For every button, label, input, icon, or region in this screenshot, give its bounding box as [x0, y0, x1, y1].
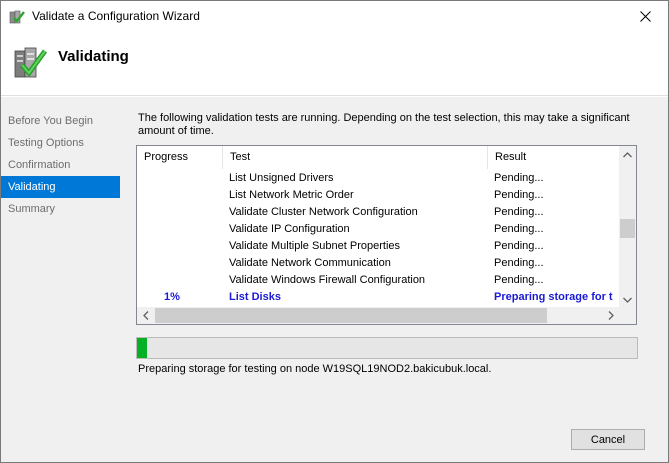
nav-step-confirmation[interactable]: Confirmation	[1, 154, 123, 176]
row-result-cell: Pending...	[494, 274, 544, 286]
chevron-left-icon	[142, 311, 148, 320]
column-header-test[interactable]: Test	[223, 146, 488, 169]
close-button[interactable]	[622, 1, 668, 32]
close-icon	[639, 11, 651, 22]
cluster-validate-icon	[9, 9, 25, 25]
table-row[interactable]: Validate Multiple Subnet Properties Pendi…	[137, 238, 620, 255]
page-title: Validating	[58, 48, 129, 65]
scroll-up-arrow[interactable]	[619, 146, 636, 163]
table-row[interactable]: List Network Metric Order Pending...	[137, 187, 620, 204]
vertical-scrollbar[interactable]	[619, 146, 636, 308]
validation-progress-bar	[136, 337, 638, 359]
horizontal-scrollbar[interactable]	[137, 307, 636, 324]
list-rows: List Unsigned Drivers Pending... List Netw…	[137, 170, 620, 309]
nav-step-testing-options[interactable]: Testing Options	[1, 132, 123, 154]
row-result-cell: Pending...	[494, 172, 544, 184]
row-progress-cell: 1%	[164, 291, 180, 303]
vertical-scroll-thumb[interactable]	[620, 219, 635, 238]
row-test-cell: Validate Windows Firewall Configuration	[229, 274, 426, 286]
row-result-cell: Pending...	[494, 257, 544, 269]
chevron-down-icon	[623, 297, 632, 303]
list-header: Progress Test Result	[137, 146, 620, 169]
window-title: Validate a Configuration Wizard	[32, 9, 200, 23]
row-test-cell: List Unsigned Drivers	[229, 172, 334, 184]
chevron-right-icon	[608, 311, 614, 320]
wizard-window: Validate a Configuration Wizard Validati…	[0, 0, 669, 463]
cluster-validate-icon	[13, 45, 48, 81]
title-bar: Validate a Configuration Wizard	[1, 1, 668, 32]
wizard-steps-nav: Before You Begin Testing Options Confirm…	[1, 97, 123, 462]
scroll-left-arrow[interactable]	[137, 307, 154, 324]
status-text: Preparing storage for testing on node W1…	[138, 363, 492, 375]
row-result-cell: Pending...	[494, 223, 544, 235]
row-test-cell: List Disks	[229, 291, 281, 303]
row-test-cell: Validate Multiple Subnet Properties	[229, 240, 401, 252]
scrollbar-corner	[619, 307, 636, 324]
horizontal-scroll-thumb[interactable]	[155, 308, 547, 323]
row-result-cell: Pending...	[494, 240, 544, 252]
cancel-button[interactable]: Cancel	[571, 429, 645, 450]
nav-step-summary[interactable]: Summary	[1, 198, 123, 220]
nav-step-before-you-begin[interactable]: Before You Begin	[1, 110, 123, 132]
button-bar: Cancel	[123, 417, 668, 462]
table-row[interactable]: 1% List Disks Preparing storage for t	[137, 289, 620, 306]
scroll-down-arrow[interactable]	[619, 291, 636, 308]
table-row[interactable]: Validate IP Configuration Pending...	[137, 221, 620, 238]
row-test-cell: Validate IP Configuration	[229, 223, 350, 235]
intro-text: The following validation tests are runni…	[138, 112, 630, 137]
chevron-up-icon	[623, 151, 632, 157]
column-header-result[interactable]: Result	[488, 146, 620, 169]
scroll-right-arrow[interactable]	[602, 307, 619, 324]
row-test-cell: Validate Network Communication	[229, 257, 391, 269]
wizard-header: Validating	[1, 32, 668, 96]
table-row[interactable]: Validate Windows Firewall Configuration P…	[137, 272, 620, 289]
table-row[interactable]: Validate Cluster Network Configuration Pe…	[137, 204, 620, 221]
main-panel: The following validation tests are runni…	[123, 97, 668, 462]
table-row[interactable]: List Unsigned Drivers Pending...	[137, 170, 620, 187]
column-header-progress[interactable]: Progress	[137, 146, 223, 169]
validation-tests-list[interactable]: Progress Test Result List Unsigned Drive…	[136, 145, 637, 325]
progress-fill	[137, 338, 147, 358]
row-result-cell: Pending...	[494, 189, 544, 201]
row-test-cell: List Network Metric Order	[229, 189, 354, 201]
row-result-cell: Pending...	[494, 206, 544, 218]
row-result-cell: Preparing storage for t	[494, 291, 613, 303]
nav-step-validating[interactable]: Validating	[1, 176, 120, 198]
table-row[interactable]: Validate Network Communication Pending...	[137, 255, 620, 272]
row-test-cell: Validate Cluster Network Configuration	[229, 206, 418, 218]
